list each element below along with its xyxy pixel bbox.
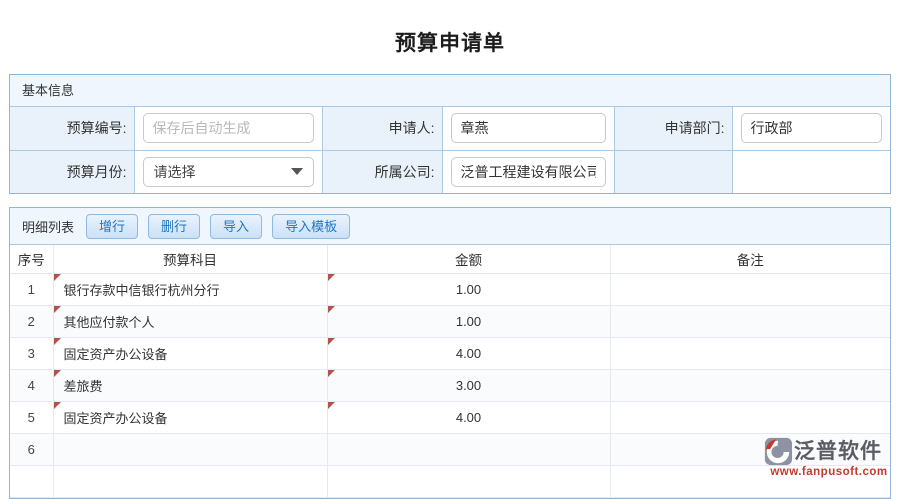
empty-input-cell xyxy=(732,150,890,193)
row-amount-cell[interactable] xyxy=(327,465,610,497)
column-header-seq: 序号 xyxy=(10,245,53,273)
table-header-row: 序号 预算科目 金额 备注 xyxy=(10,245,890,273)
row-note-cell[interactable] xyxy=(610,369,890,401)
empty-label-cell xyxy=(614,150,732,193)
basic-info-panel: 基本信息 预算编号: 申请人: 申请部门: 预算月份: 请选择 xyxy=(9,74,891,194)
row-subject-cell[interactable]: 差旅费 xyxy=(53,369,327,401)
basic-info-form: 预算编号: 申请人: 申请部门: 预算月份: 请选择 所属公司: xyxy=(10,107,890,193)
row-note-cell[interactable] xyxy=(610,401,890,433)
fanpu-watermark: 泛普软件 www.fanpusoft.com xyxy=(763,437,895,479)
row-seq: 3 xyxy=(10,337,53,369)
row-amount-cell[interactable]: 4.00 xyxy=(327,337,610,369)
budget-month-selected-value: 请选择 xyxy=(154,162,196,182)
budget-month-select[interactable]: 请选择 xyxy=(143,157,314,187)
applicant-label: 申请人: xyxy=(322,107,442,150)
budget-number-label: 预算编号: xyxy=(10,107,134,150)
table-row: 1 银行存款中信银行杭州分行 1.00 xyxy=(10,273,890,305)
row-subject-cell[interactable]: 固定资产办公设备 xyxy=(53,337,327,369)
row-note-cell[interactable] xyxy=(610,305,890,337)
department-input[interactable] xyxy=(741,113,883,143)
row-subject-cell[interactable]: 银行存款中信银行杭州分行 xyxy=(53,273,327,305)
row-seq: 2 xyxy=(10,305,53,337)
add-row-button[interactable]: 增行 xyxy=(86,214,138,239)
row-amount-cell[interactable] xyxy=(327,433,610,465)
row-subject-cell[interactable] xyxy=(53,433,327,465)
table-row-partial xyxy=(10,465,890,497)
row-amount-cell[interactable]: 1.00 xyxy=(327,273,610,305)
company-input[interactable] xyxy=(451,157,606,187)
detail-list-panel: 明细列表 增行 删行 导入 导入模板 序号 预算科目 金额 备注 1 银行存款中… xyxy=(9,207,891,499)
chevron-down-icon xyxy=(291,168,303,175)
table-row: 5 固定资产办公设备 4.00 xyxy=(10,401,890,433)
import-template-button[interactable]: 导入模板 xyxy=(272,214,350,239)
table-row: 4 差旅费 3.00 xyxy=(10,369,890,401)
basic-info-section-title: 基本信息 xyxy=(10,75,890,107)
table-row: 6 xyxy=(10,433,890,465)
department-label: 申请部门: xyxy=(614,107,732,150)
column-header-amount: 金额 xyxy=(327,245,610,273)
row-note-cell[interactable] xyxy=(610,273,890,305)
row-amount-cell[interactable]: 4.00 xyxy=(327,401,610,433)
row-amount-cell[interactable]: 3.00 xyxy=(327,369,610,401)
detail-table: 序号 预算科目 金额 备注 1 银行存款中信银行杭州分行 1.00 2 其他应付… xyxy=(10,245,890,498)
column-header-note: 备注 xyxy=(610,245,890,273)
fanpu-brand-text: 泛普软件 xyxy=(794,441,882,462)
budget-application-page: { "page": { "title": "预算申请单" }, "basic_i… xyxy=(0,0,900,479)
applicant-input[interactable] xyxy=(451,113,606,143)
row-seq: 1 xyxy=(10,273,53,305)
page-title: 预算申请单 xyxy=(0,0,900,53)
row-subject-cell[interactable]: 固定资产办公设备 xyxy=(53,401,327,433)
fanpu-url-text: www.fanpusoft.com xyxy=(763,467,895,479)
import-button[interactable]: 导入 xyxy=(210,214,262,239)
budget-number-input[interactable] xyxy=(143,113,314,143)
fanpu-logo-icon xyxy=(763,437,793,466)
budget-month-label: 预算月份: xyxy=(10,150,134,193)
column-header-subject: 预算科目 xyxy=(53,245,327,273)
row-subject-cell[interactable] xyxy=(53,465,327,497)
row-note-cell[interactable] xyxy=(610,337,890,369)
row-seq: 5 xyxy=(10,401,53,433)
table-row: 3 固定资产办公设备 4.00 xyxy=(10,337,890,369)
delete-row-button[interactable]: 删行 xyxy=(148,214,200,239)
row-seq: 6 xyxy=(10,433,53,465)
row-subject-cell[interactable]: 其他应付款个人 xyxy=(53,305,327,337)
row-seq: 4 xyxy=(10,369,53,401)
table-row: 2 其他应付款个人 1.00 xyxy=(10,305,890,337)
detail-list-toolbar: 明细列表 增行 删行 导入 导入模板 xyxy=(10,208,890,245)
row-amount-cell[interactable]: 1.00 xyxy=(327,305,610,337)
company-label: 所属公司: xyxy=(322,150,442,193)
detail-list-section-title: 明细列表 xyxy=(22,217,74,236)
row-seq xyxy=(10,465,53,497)
